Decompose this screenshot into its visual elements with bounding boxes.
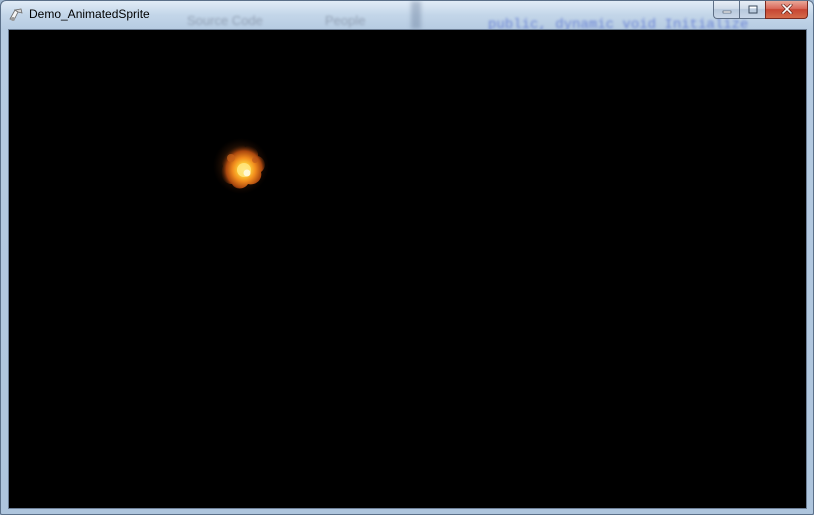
title-bar[interactable]: Demo_AnimatedSprite bbox=[1, 1, 813, 29]
maximize-icon bbox=[748, 1, 758, 19]
maximize-button[interactable] bbox=[739, 1, 765, 19]
window-title: Demo_AnimatedSprite bbox=[29, 7, 150, 21]
explosion-sprite bbox=[211, 136, 271, 194]
close-icon bbox=[781, 1, 793, 19]
minimize-button[interactable] bbox=[713, 1, 739, 19]
render-canvas[interactable] bbox=[8, 29, 807, 509]
app-window: Source Code People public, dynamic void … bbox=[0, 0, 814, 515]
minimize-icon bbox=[722, 1, 732, 19]
app-icon[interactable] bbox=[8, 7, 24, 23]
close-button[interactable] bbox=[765, 1, 808, 19]
caption-buttons bbox=[713, 1, 808, 20]
